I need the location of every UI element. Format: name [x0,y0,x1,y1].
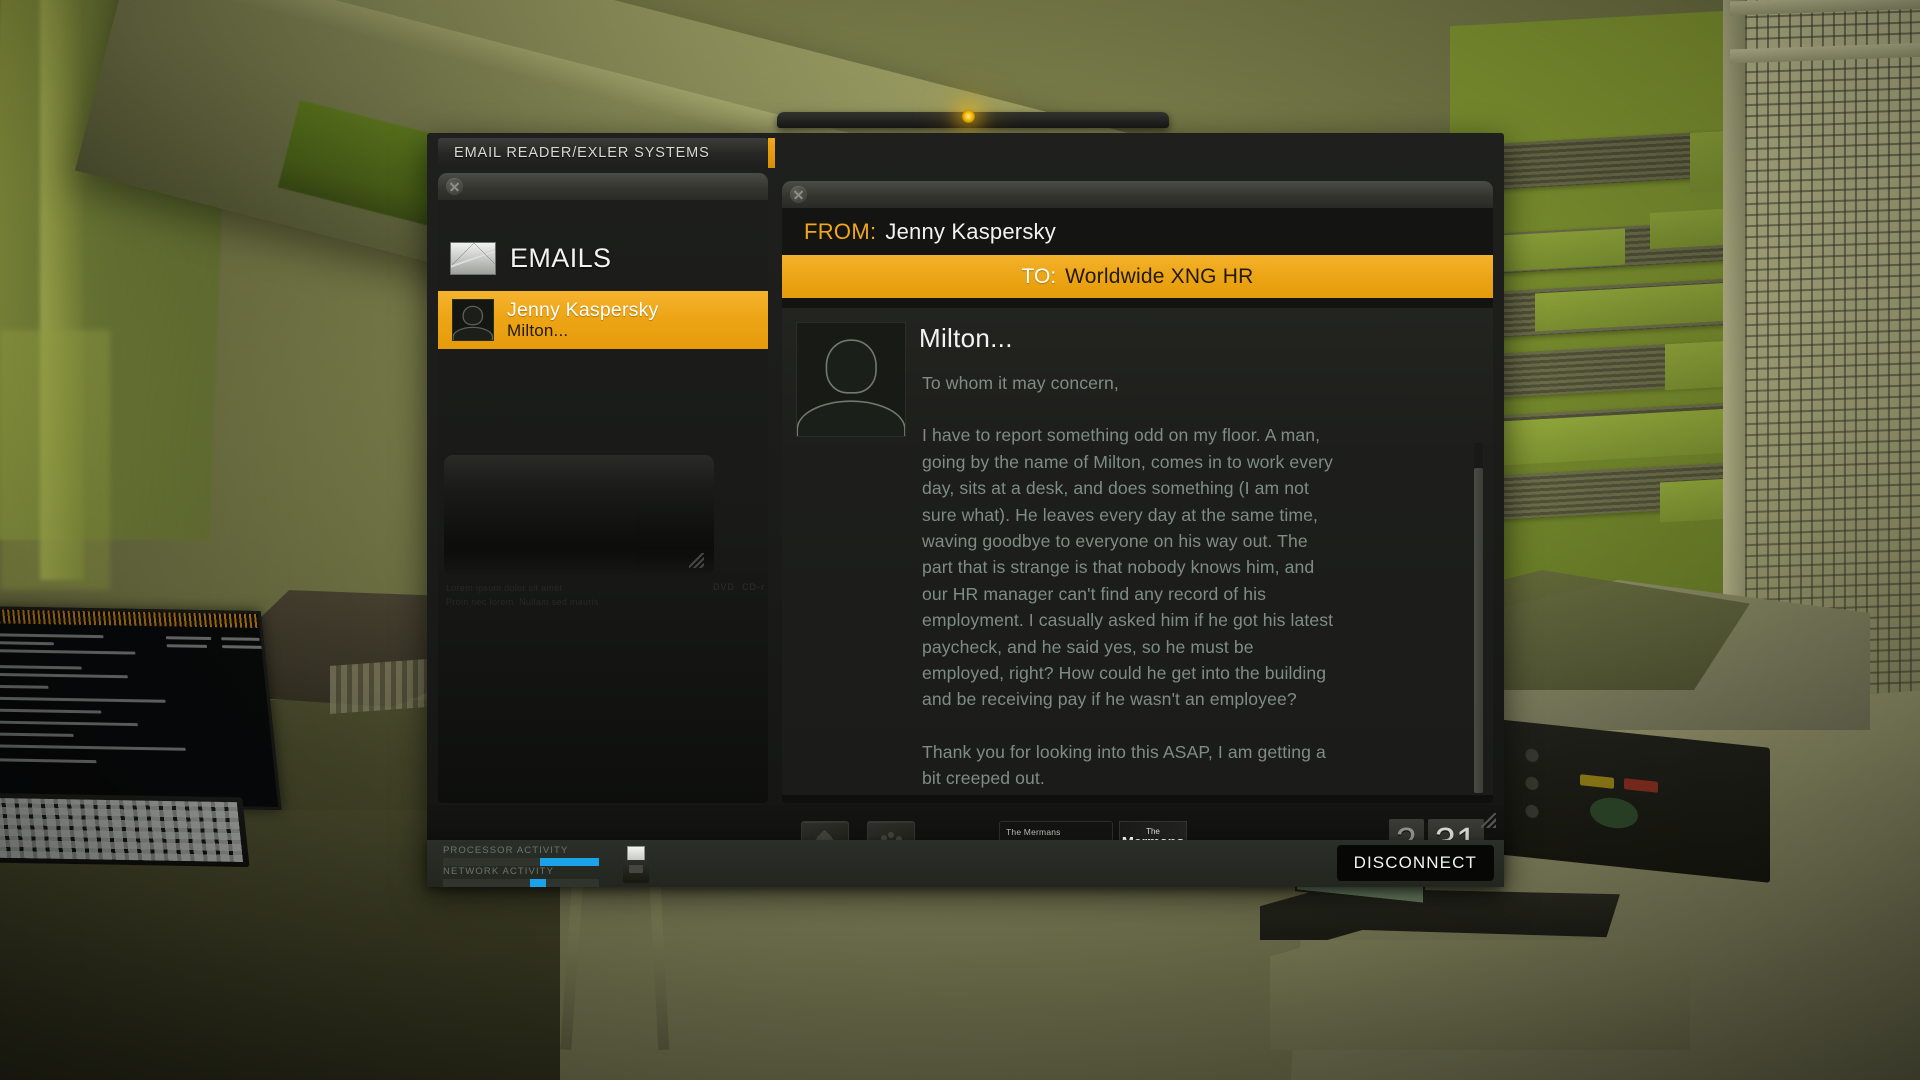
player-artist: The Mermans [1006,827,1061,837]
list-item[interactable]: Jenny Kaspersky Milton... [438,291,768,349]
from-label: FROM: [804,218,877,244]
terminal-screen [0,605,282,811]
titlebar-accent [768,138,775,168]
window-titlebar: EMAIL READER/EXLER SYSTEMS [438,138,768,168]
email-list-header-bar [438,173,768,200]
message-header-bar [782,181,1493,208]
to-label: TO: [1021,264,1057,288]
message-subject: Milton... [919,323,1013,353]
window-title: EMAIL READER/EXLER SYSTEMS [454,145,710,161]
from-value: Jenny Kaspersky [885,218,1056,244]
network-activity-fill [530,879,546,887]
message-paragraph: I have to report something odd on my flo… [922,425,1334,710]
processor-activity-label: PROCESSOR ACTIVITY [443,845,569,856]
emails-label: EMAILS [510,242,612,273]
secondary-monitor [0,605,282,811]
background-window-ghost [444,455,714,575]
email-list-body: EMAILS Jenny Kaspersky Milton... Lorem i… [438,200,768,803]
network-activity-meter: NETWORK ACTIVITY [443,866,599,887]
message-from-row: FROM: Jenny Kaspersky [782,208,1493,255]
resize-grip-icon[interactable] [1481,813,1496,828]
avatar [796,322,906,437]
message-scrollbar-thumb[interactable] [1474,468,1483,793]
close-icon[interactable] [446,178,463,195]
message-to-row: TO: Worldwide XNG HR [782,255,1493,298]
email-reader-window: EMAIL READER/EXLER SYSTEMS EMAILS Jenny … [427,133,1504,885]
message-paragraph: Thank you for looking into this ASAP, I … [922,741,1326,789]
close-icon[interactable] [790,186,807,203]
list-item-sender: Jenny Kaspersky [507,298,659,321]
background-window-icons: DVD CD-r [713,582,766,592]
to-value: Worldwide XNG HR [1065,264,1254,288]
usb-drive-icon[interactable] [623,846,649,883]
email-list-pane: EMAILS Jenny Kaspersky Milton... Lorem i… [438,173,768,803]
network-activity-track [443,879,599,887]
message-paragraph: To whom it may concern, [922,373,1119,393]
left-glass-glow [0,330,110,590]
message-body: Milton... To whom it may concern, I have… [782,308,1493,795]
list-item-subject: Milton... [507,321,569,341]
avatar [452,299,494,341]
webcam-led-icon [962,110,975,123]
resize-grip-icon [689,553,704,568]
processor-activity-track [443,858,599,866]
background-window-text: Lorem ipsum dolor sit amet Proin nec lor… [446,583,602,607]
envelope-icon [450,241,496,275]
emails-section-header: EMAILS [438,230,768,286]
network-activity-label: NETWORK ACTIVITY [443,866,555,877]
message-pane: FROM: Jenny Kaspersky TO: Worldwide XNG … [782,181,1493,803]
processor-activity-fill [539,858,599,866]
processor-activity-meter: PROCESSOR ACTIVITY [443,845,599,866]
disconnect-button[interactable]: DISCONNECT [1336,845,1494,881]
keyboard [0,792,250,868]
shelf-books [330,658,440,714]
message-text: To whom it may concern, I have to report… [922,370,1334,795]
system-taskbar: PROCESSOR ACTIVITY NETWORK ACTIVITY DISC… [427,840,1504,887]
